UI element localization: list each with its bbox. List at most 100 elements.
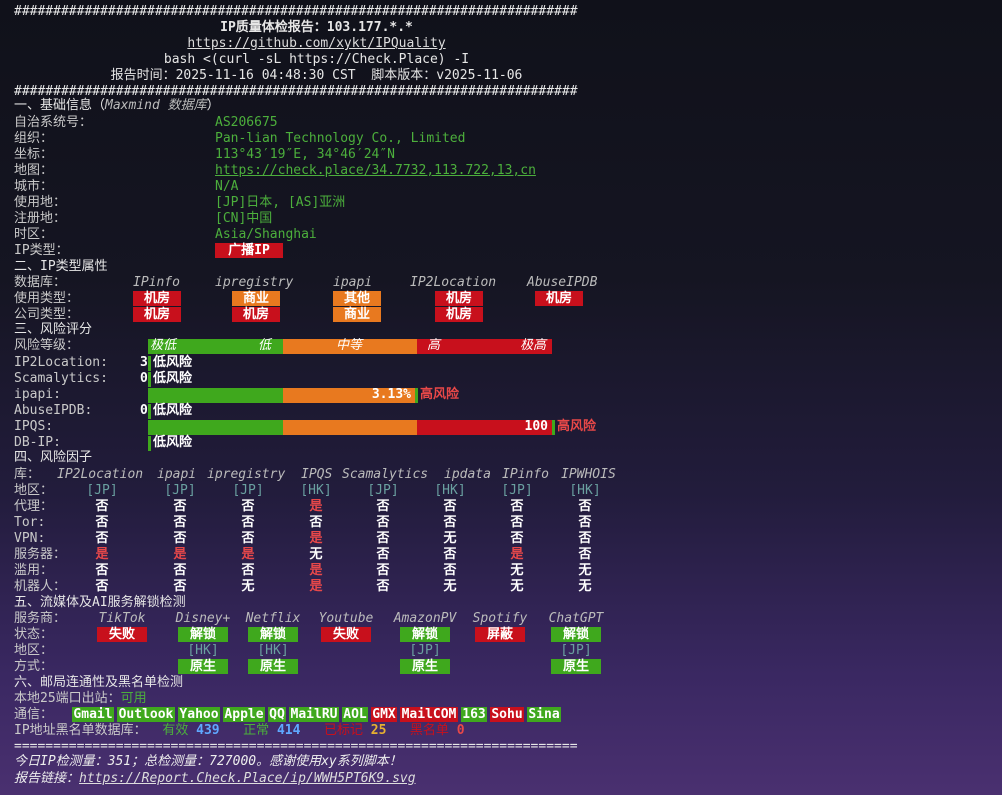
method-badge: 原生 bbox=[248, 659, 298, 674]
mail-badge-mailru: MailRU bbox=[289, 707, 339, 722]
factor-cell: 否 bbox=[95, 579, 109, 594]
eq-divider: ========================================… bbox=[14, 739, 578, 754]
section1-title: 一、基础信息（Maxmind 数据库） bbox=[14, 98, 220, 113]
level-high: 高 bbox=[427, 338, 441, 353]
lib-name: ipregistry bbox=[207, 467, 286, 482]
lib-name: ipdata bbox=[444, 467, 491, 482]
factor-cell: 否 bbox=[376, 579, 390, 594]
db-name: ipapi bbox=[333, 275, 373, 290]
region-value: [HK] bbox=[257, 643, 289, 658]
black-count: 0 bbox=[456, 723, 465, 738]
section4-title: 四、风险因子 bbox=[14, 450, 93, 465]
usage-type-badge: 机房 bbox=[535, 291, 583, 306]
normal-count: 414 bbox=[276, 723, 301, 738]
map-link[interactable]: https://check.place/34.7732,113.722,13,c… bbox=[215, 163, 536, 179]
factor-label: 地区： bbox=[14, 483, 54, 498]
mail-badge-gmx: GMX bbox=[371, 707, 397, 722]
factor-cell: 否 bbox=[510, 531, 524, 546]
factor-cell: 否 bbox=[578, 531, 592, 546]
factor-cell: 是 bbox=[309, 579, 323, 594]
method-badge: 原生 bbox=[400, 659, 450, 674]
risk-verdict: 低风险 bbox=[153, 371, 193, 386]
usage-type-badge: 机房 bbox=[435, 291, 483, 306]
factor-cell: 否 bbox=[376, 499, 390, 514]
company-type-badge: 机房 bbox=[133, 307, 181, 322]
risk-score: 0 bbox=[140, 371, 148, 386]
region-value: [JP] bbox=[560, 643, 592, 658]
mail-badge-sina: Sina bbox=[527, 707, 561, 722]
section5-title: 五、流媒体及AI服务解锁检测 bbox=[14, 595, 186, 610]
level-low: 低 bbox=[258, 338, 272, 353]
factor-cell: 否 bbox=[443, 547, 457, 562]
service-name: ChatGPT bbox=[548, 611, 604, 626]
repo-link[interactable]: https://github.com/xykt/IPQuality bbox=[187, 36, 445, 51]
factor-cell: 否 bbox=[443, 499, 457, 514]
factor-cell: 否 bbox=[578, 547, 592, 562]
factor-cell: 是 bbox=[510, 547, 524, 562]
factor-cell: 否 bbox=[578, 515, 592, 530]
risk-score: 3.13% bbox=[371, 387, 411, 402]
factor-cell: 否 bbox=[173, 499, 187, 514]
report-link[interactable]: https://Report.Check.Place/ip/WWH5PT6K9.… bbox=[79, 771, 416, 786]
factor-cell: [HK] bbox=[434, 483, 466, 498]
risk-bar-fill bbox=[148, 388, 283, 403]
usage-type-label: 使用类型： bbox=[14, 291, 80, 306]
factor-cell: 否 bbox=[376, 547, 390, 562]
report-link-row: 报告链接：https://Report.Check.Place/ip/WWH5P… bbox=[14, 771, 416, 786]
risk-marker bbox=[148, 404, 151, 419]
db-name: IP2Location bbox=[410, 275, 497, 290]
mail-badge-aol: AOL bbox=[342, 707, 368, 722]
factor-cell: 否 bbox=[510, 499, 524, 514]
lib-name: Scamalytics bbox=[342, 467, 429, 482]
factor-cell: [HK] bbox=[300, 483, 332, 498]
marked-count: 25 bbox=[370, 723, 387, 738]
factor-cell: 无 bbox=[510, 563, 524, 578]
level-very-high: 极高 bbox=[520, 338, 547, 353]
stats-line: 今日IP检测量：351；总检测量：727000。感谢使用xy系列脚本！ bbox=[14, 754, 402, 769]
factor-cell: 是 bbox=[309, 499, 323, 514]
info-value: N/A bbox=[215, 179, 239, 194]
valid-count: 439 bbox=[196, 723, 220, 738]
risk-source-label: Scamalytics: bbox=[14, 371, 108, 386]
service-name: Netflix bbox=[245, 611, 301, 626]
factor-cell: 否 bbox=[241, 499, 255, 514]
ip-type-badge: 广播IP bbox=[215, 243, 283, 258]
lib-name: ipapi bbox=[157, 467, 197, 482]
comm-label: 通信： bbox=[14, 707, 54, 722]
factor-cell: 否 bbox=[173, 579, 187, 594]
mail-badge-qq: QQ bbox=[268, 707, 286, 722]
info-label: 使用地： bbox=[14, 195, 67, 210]
factor-cell: 否 bbox=[95, 531, 109, 546]
status-badge: 解锁 bbox=[178, 627, 228, 642]
risk-marker bbox=[552, 420, 555, 435]
risk-verdict: 低风险 bbox=[153, 403, 193, 418]
factor-cell: 否 bbox=[241, 563, 255, 578]
section3-title: 三、风险评分 bbox=[14, 322, 93, 337]
factor-cell: 无 bbox=[309, 547, 323, 562]
company-type-label: 公司类型： bbox=[14, 307, 80, 322]
factor-cell: [JP] bbox=[501, 483, 533, 498]
status-badge: 解锁 bbox=[400, 627, 450, 642]
risk-source-label: IPQS: bbox=[14, 419, 54, 434]
factor-cell: [HK] bbox=[569, 483, 601, 498]
usage-type-badge: 其他 bbox=[333, 291, 381, 306]
risk-source-label: AbuseIPDB: bbox=[14, 403, 93, 418]
factor-cell: 否 bbox=[510, 515, 524, 530]
lib-name: IP2Location bbox=[57, 467, 144, 482]
risk-bar-fill bbox=[148, 420, 283, 435]
factor-cell: 否 bbox=[95, 515, 109, 530]
factor-cell: 无 bbox=[510, 579, 524, 594]
mail-badge-apple: Apple bbox=[223, 707, 265, 722]
factor-label: 机器人： bbox=[14, 579, 67, 594]
db-name: ipregistry bbox=[215, 275, 294, 290]
section2-title: 二、IP类型属性 bbox=[14, 259, 108, 274]
method-label: 方式： bbox=[14, 659, 54, 674]
port25-row: 本地25端口出站：可用 bbox=[14, 691, 147, 706]
factor-cell: 是 bbox=[95, 547, 109, 562]
factor-cell: 否 bbox=[241, 531, 255, 546]
info-label: 坐标： bbox=[14, 147, 54, 162]
risk-marker bbox=[148, 372, 151, 387]
report-time: 报告时间：2025-11-16 04:48:30 CST 脚本版本：v2025-… bbox=[110, 68, 523, 83]
risk-score: 3 bbox=[140, 355, 148, 370]
info-label: 时区： bbox=[14, 227, 54, 242]
